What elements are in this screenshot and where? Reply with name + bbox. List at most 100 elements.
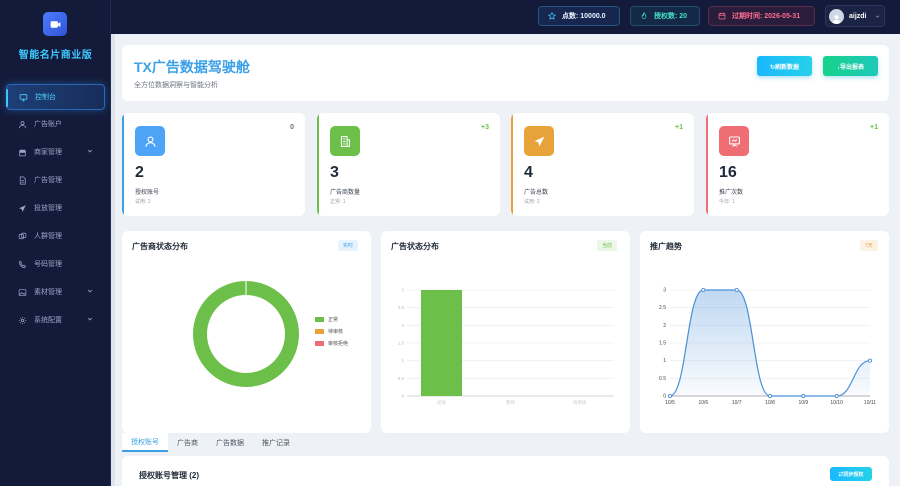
stat-delta: +1 (870, 124, 878, 131)
top-bar: 点数: 10000.0 授权数: 20 过期时间: 2026-05-31 aij… (111, 0, 900, 34)
stat-label: 授权账号 (135, 190, 160, 196)
calendar-icon (718, 12, 726, 20)
users-icon (18, 232, 27, 239)
x-tick-label: 暂停 (506, 399, 515, 406)
stat-value: 4 (524, 164, 533, 181)
sidebar-item-label: 商家管理 (34, 149, 62, 156)
donut-slice (193, 281, 299, 387)
stat-note: 试用: 2 (524, 199, 540, 205)
y-tick-label: 1.5 (398, 341, 405, 346)
y-tick-label: 0 (663, 394, 666, 400)
stat-icon-container (719, 126, 749, 156)
send-icon (19, 204, 26, 212)
image-icon (18, 288, 27, 296)
x-tick-label: 投放 (437, 399, 446, 406)
username: aijzdi (849, 12, 867, 20)
chevron-down-icon (87, 149, 93, 153)
sidebar-item-send[interactable]: 投放管理 (0, 194, 111, 222)
star-icon (548, 12, 556, 20)
stat-card-ads-total: +1 4 广告总数 试用: 2 (511, 113, 694, 216)
auth-count-indicator[interactable]: 授权数: 20 (630, 6, 700, 26)
expiry-value: 过期时间: 2026-05-31 (732, 13, 801, 20)
x-tick-label: 10/8 (765, 400, 775, 406)
stat-delta: +1 (675, 124, 683, 131)
data-point (734, 287, 739, 293)
expiry-indicator[interactable]: 过期时间: 2026-05-31 (708, 6, 815, 26)
stat-note: 正常: 1 (330, 199, 346, 205)
stat-icon-container (330, 126, 360, 156)
x-tick-label: 10/10 (830, 400, 843, 406)
stat-value: 2 (135, 164, 144, 181)
y-tick-label: 0.5 (659, 376, 666, 382)
flame-icon (641, 12, 647, 19)
sidebar-item-label: 号码管理 (34, 261, 62, 268)
building-icon (340, 135, 350, 147)
sidebar-item-users[interactable]: 人群管理 (0, 222, 111, 250)
legend-swatch (315, 317, 324, 322)
brand-name: 智能名片商业版 (18, 50, 93, 61)
y-tick-label: 1 (401, 358, 404, 363)
data-tabs: 授权账号 广告商 广告数据 推广记录 (122, 433, 889, 452)
sidebar-item-gear[interactable]: 系统配置 (0, 306, 111, 334)
legend-label: 待审核 (328, 328, 343, 335)
data-point (867, 358, 873, 363)
stat-label: 广告商数量 (330, 190, 361, 196)
user-icon (144, 135, 156, 147)
legend-swatch (315, 341, 324, 346)
y-tick-label: 2.5 (398, 305, 405, 310)
legend-label: 正常 (328, 316, 338, 323)
sidebar-item-user[interactable]: 广告账户 (0, 110, 111, 138)
refresh-data-button[interactable]: ↻刷新数据 (757, 56, 812, 76)
stat-value: 16 (719, 164, 737, 181)
user-menu[interactable]: aijzdi (825, 5, 885, 27)
sidebar-item-label: 广告账户 (34, 121, 62, 128)
sidebar-item-phone[interactable]: 号码管理 (0, 250, 111, 278)
document-icon (19, 175, 26, 185)
gear-icon (18, 316, 27, 324)
sidebar-item-label: 广告管理 (34, 177, 62, 184)
tab-advertisers[interactable]: 广告商 (168, 433, 207, 452)
sidebar-item-image[interactable]: 素材管理 (0, 278, 111, 306)
export-report-button[interactable]: ↓导出报表 (823, 56, 878, 76)
stat-icon-container (135, 126, 165, 156)
sidebar-item-document[interactable]: 广告管理 (0, 166, 111, 194)
avatar (829, 8, 844, 24)
chevron-down-icon (875, 15, 879, 18)
paper-plane-icon (534, 136, 544, 146)
sidebar-item-label: 投放管理 (34, 205, 62, 212)
data-point (801, 393, 806, 399)
authorized-accounts-panel: 授权账号管理 (2) ⇄同步授权 (122, 456, 889, 486)
points-value: 点数: 10000.0 (562, 13, 606, 20)
data-point (701, 287, 706, 293)
tab-promotion-records[interactable]: 推广记录 (253, 433, 299, 452)
tab-ad-data[interactable]: 广告数据 (207, 433, 253, 452)
data-point (667, 393, 673, 399)
chart-card-advertiser-status: 广告商状态分布 实时 正常 待审核 审核拒绝 (122, 231, 371, 433)
tab-authorized-accounts[interactable]: 授权账号 (122, 433, 168, 452)
panel-title: 授权账号管理 (2) (139, 471, 199, 480)
presentation-icon (728, 136, 740, 147)
person-icon (832, 14, 841, 24)
sync-authorization-button[interactable]: ⇄同步授权 (830, 467, 872, 481)
sidebar-item-label: 系统配置 (34, 317, 62, 324)
y-tick-label: 1 (663, 358, 666, 364)
stat-icon-container (524, 126, 554, 156)
stat-note: 试用: 2 (135, 199, 151, 205)
stat-note: 今日: 1 (719, 199, 735, 205)
x-tick-label: 10/11 (864, 400, 876, 406)
x-tick-label: 10/9 (798, 400, 808, 406)
stat-card-advertisers: +3 3 广告商数量 正常: 1 (317, 113, 500, 216)
sidebar-item-store[interactable]: 商家管理 (0, 138, 111, 166)
phone-icon (19, 260, 27, 268)
stat-card-promotions: +1 16 推广次数 今日: 1 (706, 113, 889, 216)
y-tick-label: 3 (401, 288, 404, 293)
sidebar-scroll-gutter (111, 34, 115, 486)
sidebar-item-monitor[interactable]: 控制台 (6, 84, 105, 110)
sidebar-item-label: 控制台 (35, 94, 56, 101)
app-logo (43, 12, 67, 36)
points-indicator[interactable]: 点数: 10000.0 (538, 6, 620, 26)
x-tick-label: 10/5 (665, 400, 675, 406)
stat-label: 广告总数 (524, 190, 549, 196)
y-tick-label: 1.5 (659, 341, 666, 347)
area-chart: 0 0.5 1 1.5 2 2.5 3 10/5 10/6 10/7 10/8 10/9 10/10 10… (659, 287, 876, 407)
